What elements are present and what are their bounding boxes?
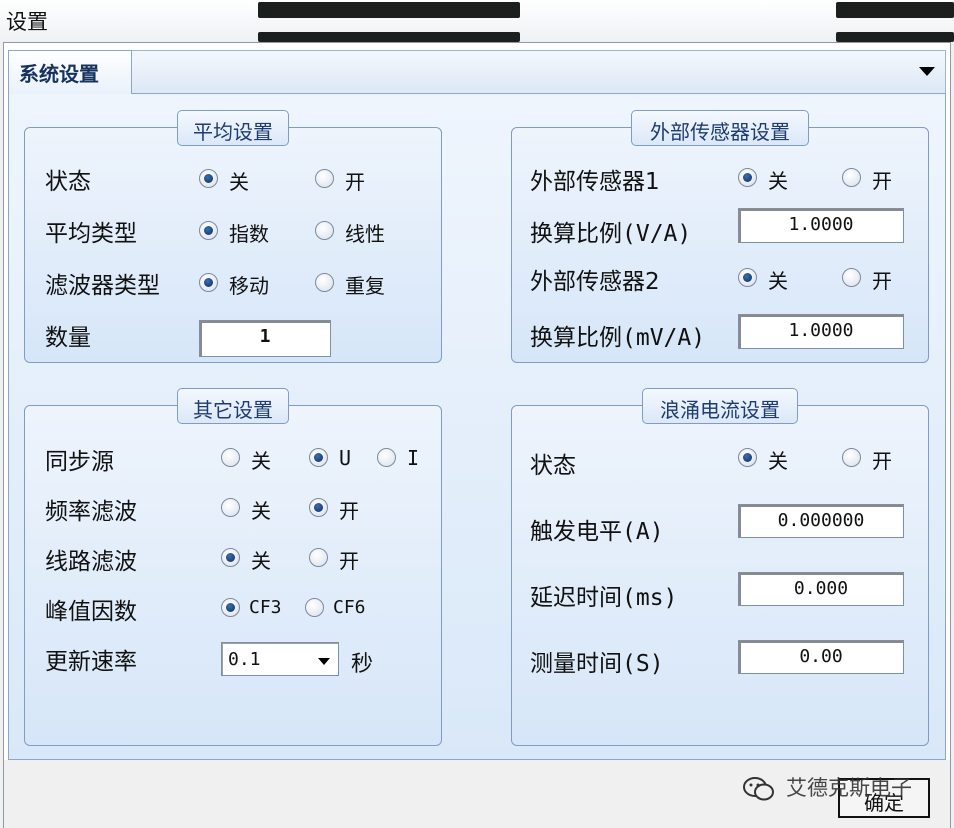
- group-other-settings: 其它设置 同步源 关 U I 频率滤波 关 开 线路滤波 关 开 峰值因数 CF…: [24, 388, 442, 746]
- chevron-down-icon: [318, 658, 330, 665]
- trigger-level-label: 触发电平(A): [530, 519, 664, 545]
- sensor2-on-text: 开: [872, 269, 892, 293]
- sync-u-radio[interactable]: [309, 448, 328, 467]
- inrush-state-off-text: 关: [768, 449, 788, 473]
- inrush-state-label: 状态: [530, 453, 576, 479]
- group-average-settings: 平均设置 状态 关 开 平均类型 指数 线性 滤波器类型 移动 重复 数量 1: [24, 110, 442, 363]
- tab-strip: [132, 50, 946, 94]
- avg-type-label: 平均类型: [45, 221, 137, 247]
- avg-state-on-radio[interactable]: [315, 169, 334, 188]
- line-filter-on-text: 开: [339, 549, 359, 573]
- group-inrush-current: 浪涌电流设置 状态 关 开 触发电平(A) 0.000000 延迟时间(ms) …: [511, 388, 929, 746]
- wechat-logo-icon: [743, 777, 774, 801]
- filter-type-repeat-radio[interactable]: [315, 273, 334, 292]
- ratio2-label: 换算比例(mV/A): [530, 325, 706, 351]
- sensor1-label: 外部传感器1: [530, 169, 660, 195]
- filter-type-moving-text: 移动: [229, 274, 269, 298]
- line-filter-off-radio[interactable]: [221, 548, 240, 567]
- sync-off-text: 关: [251, 449, 271, 473]
- avg-state-off-radio[interactable]: [199, 169, 218, 188]
- inrush-state-on-text: 开: [872, 449, 892, 473]
- avg-type-exp-text: 指数: [229, 222, 269, 246]
- line-filter-on-radio[interactable]: [309, 548, 328, 567]
- count-input[interactable]: 1: [199, 320, 331, 357]
- sensor1-on-radio[interactable]: [842, 168, 861, 187]
- freq-filter-on-radio[interactable]: [309, 498, 328, 517]
- trigger-level-input[interactable]: 0.000000: [738, 504, 904, 538]
- freq-filter-on-text: 开: [339, 499, 359, 523]
- sensor2-on-radio[interactable]: [842, 268, 861, 287]
- line-filter-label: 线路滤波: [45, 549, 137, 575]
- measure-time-label: 测量时间(S): [530, 651, 664, 677]
- group-title: 浪涌电流设置: [642, 388, 798, 424]
- background-window-strip: [836, 32, 954, 42]
- watermark-text: 艾德克斯电子: [786, 776, 912, 800]
- count-label: 数量: [45, 325, 91, 351]
- crest-cf3-radio[interactable]: [221, 598, 240, 617]
- update-rate-label: 更新速率: [45, 649, 137, 675]
- window-titlebar: 设置: [0, 0, 954, 42]
- filter-type-moving-radio[interactable]: [199, 273, 218, 292]
- group-title: 其它设置: [177, 388, 289, 424]
- background-window-strip: [258, 32, 520, 42]
- avg-type-linear-radio[interactable]: [315, 221, 334, 240]
- group-title: 外部传感器设置: [631, 110, 809, 146]
- sensor2-off-text: 关: [768, 269, 788, 293]
- avg-state-off-text: 关: [229, 170, 249, 194]
- inrush-state-on-radio[interactable]: [842, 448, 861, 467]
- tab-content-panel: 平均设置 状态 关 开 平均类型 指数 线性 滤波器类型 移动 重复 数量 1 …: [8, 93, 946, 760]
- sensor1-on-text: 开: [872, 169, 892, 193]
- update-rate-unit: 秒: [351, 652, 374, 677]
- delay-time-label: 延迟时间(ms): [530, 585, 678, 611]
- inrush-state-off-radio[interactable]: [738, 448, 757, 467]
- sync-i-radio[interactable]: [377, 448, 396, 467]
- group-title: 平均设置: [177, 110, 289, 146]
- crest-factor-label: 峰值因数: [45, 599, 137, 625]
- freq-filter-label: 频率滤波: [45, 499, 137, 525]
- delay-time-input[interactable]: 0.000: [738, 572, 904, 606]
- sync-i-text: I: [407, 446, 420, 470]
- tab-system-settings[interactable]: 系统设置: [8, 50, 132, 94]
- update-rate-value: 0.1: [228, 649, 261, 670]
- avg-type-linear-text: 线性: [345, 222, 385, 246]
- avg-state-label: 状态: [45, 169, 91, 195]
- line-filter-off-text: 关: [251, 549, 271, 573]
- measure-time-input[interactable]: 0.00: [738, 640, 904, 674]
- sensor1-off-radio[interactable]: [738, 168, 757, 187]
- group-external-sensor: 外部传感器设置 外部传感器1 关 开 换算比例(V/A) 1.0000 外部传感…: [511, 110, 929, 363]
- sensor2-label: 外部传感器2: [530, 269, 660, 295]
- crest-cf3-text: CF3: [249, 597, 282, 618]
- ratio1-input[interactable]: 1.0000: [738, 208, 904, 243]
- sync-u-text: U: [339, 446, 352, 470]
- avg-type-exp-radio[interactable]: [199, 221, 218, 240]
- ratio2-input[interactable]: 1.0000: [738, 314, 904, 349]
- freq-filter-off-radio[interactable]: [221, 498, 240, 517]
- filter-type-label: 滤波器类型: [45, 273, 160, 299]
- window-title: 设置: [6, 10, 48, 34]
- crest-cf6-radio[interactable]: [305, 598, 324, 617]
- background-window-strip: [836, 2, 954, 18]
- avg-state-on-text: 开: [345, 170, 365, 194]
- ratio1-label: 换算比例(V/A): [530, 221, 692, 247]
- tab-label: 系统设置: [19, 62, 99, 86]
- background-window-strip: [258, 2, 520, 18]
- filter-type-repeat-text: 重复: [345, 274, 385, 298]
- freq-filter-off-text: 关: [251, 499, 271, 523]
- update-rate-select[interactable]: 0.1: [221, 642, 339, 676]
- crest-cf6-text: CF6: [333, 597, 366, 618]
- sync-off-radio[interactable]: [221, 448, 240, 467]
- tab-dropdown-icon[interactable]: [919, 67, 935, 76]
- sensor1-off-text: 关: [768, 169, 788, 193]
- sync-source-label: 同步源: [45, 449, 114, 475]
- sensor2-off-radio[interactable]: [738, 268, 757, 287]
